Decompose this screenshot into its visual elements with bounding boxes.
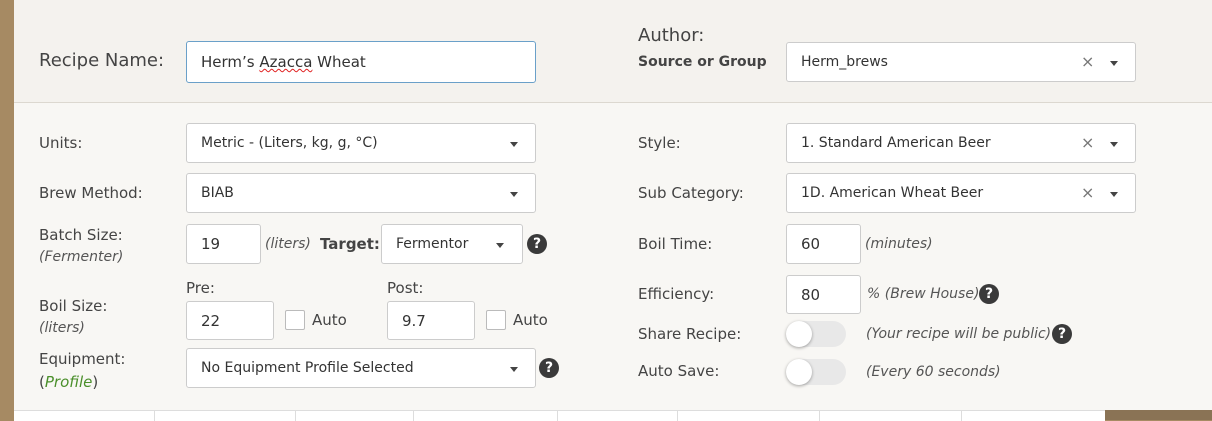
footer-corner: [1105, 410, 1212, 420]
author-chevron-down-icon[interactable]: [1110, 61, 1118, 66]
sub-category-select[interactable]: 1D. American Wheat Beer ×: [786, 173, 1136, 213]
brew-method-value: BIAB: [201, 185, 234, 201]
target-select[interactable]: Fermentor: [381, 224, 523, 264]
tab-strip: [14, 410, 1105, 421]
equipment-sublabel: (Profile): [39, 373, 98, 391]
pre-boil-input[interactable]: 22: [186, 301, 274, 340]
style-clear-icon[interactable]: ×: [1081, 135, 1094, 151]
efficiency-input[interactable]: 80: [786, 275, 861, 314]
efficiency-help-icon[interactable]: ?: [979, 284, 999, 304]
recipe-name-misspelled-word: Azacca: [259, 53, 313, 71]
share-recipe-toggle-knob: [786, 321, 812, 347]
pre-boil-auto-label: Auto: [312, 311, 347, 329]
boil-time-value: 60: [801, 235, 821, 253]
style-select[interactable]: 1. Standard American Beer ×: [786, 123, 1136, 163]
units-value: Metric - (Liters, kg, g, °C): [201, 135, 378, 151]
equipment-value: No Equipment Profile Selected: [201, 360, 414, 376]
post-boil-label: Post:: [387, 279, 424, 297]
efficiency-value: 80: [801, 285, 821, 304]
batch-size-value: 19: [201, 235, 221, 253]
author-sublabel: Source or Group: [638, 54, 767, 70]
brew-method-select[interactable]: BIAB: [186, 173, 536, 213]
auto-save-toggle[interactable]: [786, 359, 846, 385]
batch-size-sublabel: (Fermenter): [39, 249, 124, 265]
equipment-paren-close: ): [92, 373, 99, 391]
sub-category-label: Sub Category:: [638, 184, 744, 202]
batch-size-label: Batch Size:: [39, 226, 123, 244]
batch-size-input[interactable]: 19: [186, 224, 261, 264]
share-recipe-help-icon[interactable]: ?: [1052, 324, 1072, 344]
boil-size-sublabel: (liters): [39, 320, 85, 336]
batch-help-icon[interactable]: ?: [527, 234, 547, 254]
batch-size-unit: (liters): [265, 236, 311, 252]
auto-save-note: (Every 60 seconds): [866, 364, 1001, 380]
brew-method-chevron-down-icon[interactable]: [510, 192, 518, 197]
post-boil-value: 9.7: [402, 311, 426, 330]
equipment-chevron-down-icon[interactable]: [510, 367, 518, 372]
author-clear-icon[interactable]: ×: [1081, 54, 1094, 70]
target-value: Fermentor: [396, 236, 469, 252]
sub-category-chevron-down-icon[interactable]: [1110, 192, 1118, 197]
boil-time-input[interactable]: 60: [786, 224, 861, 264]
boil-time-unit: (minutes): [865, 236, 933, 252]
brew-method-label: Brew Method:: [39, 184, 143, 202]
style-value: 1. Standard American Beer: [801, 135, 991, 151]
pre-boil-value: 22: [201, 311, 221, 330]
pre-boil-auto-checkbox[interactable]: [285, 310, 305, 330]
boil-time-label: Boil Time:: [638, 235, 713, 253]
recipe-name-text-1: Herm’s: [201, 53, 260, 71]
equipment-select[interactable]: No Equipment Profile Selected: [186, 348, 536, 388]
target-label: Target:: [320, 235, 380, 253]
share-recipe-toggle[interactable]: [786, 321, 846, 347]
recipe-panel: Recipe Name: Herm’s Azacca Wheat Author:…: [14, 0, 1212, 421]
post-boil-auto-checkbox[interactable]: [486, 310, 506, 330]
sub-category-clear-icon[interactable]: ×: [1081, 185, 1094, 201]
recipe-name-text-2: Wheat: [312, 53, 366, 71]
units-label: Units:: [39, 134, 83, 152]
units-select[interactable]: Metric - (Liters, kg, g, °C): [186, 123, 536, 163]
author-label: Author:: [638, 25, 705, 46]
style-label: Style:: [638, 134, 681, 152]
equipment-help-icon[interactable]: ?: [539, 358, 559, 378]
share-recipe-label: Share Recipe:: [638, 325, 742, 343]
auto-save-label: Auto Save:: [638, 362, 720, 380]
units-chevron-down-icon[interactable]: [510, 142, 518, 147]
equipment-profile-link[interactable]: Profile: [45, 373, 92, 391]
recipe-name-input[interactable]: Herm’s Azacca Wheat: [186, 41, 536, 83]
post-boil-input[interactable]: 9.7: [387, 301, 475, 340]
efficiency-unit: % (Brew House): [867, 286, 980, 302]
auto-save-toggle-knob: [786, 359, 812, 385]
sub-category-value: 1D. American Wheat Beer: [801, 185, 984, 201]
target-chevron-down-icon[interactable]: [496, 243, 504, 248]
author-select[interactable]: Herm_brews ×: [786, 42, 1136, 82]
pre-boil-label: Pre:: [186, 279, 215, 297]
boil-size-label: Boil Size:: [39, 297, 108, 315]
recipe-name-label: Recipe Name:: [39, 50, 165, 71]
efficiency-label: Efficiency:: [638, 285, 715, 303]
author-value: Herm_brews: [801, 54, 888, 70]
style-chevron-down-icon[interactable]: [1110, 142, 1118, 147]
equipment-label: Equipment:: [39, 350, 126, 368]
post-boil-auto-label: Auto: [513, 311, 548, 329]
share-recipe-note: (Your recipe will be public): [866, 326, 1052, 342]
